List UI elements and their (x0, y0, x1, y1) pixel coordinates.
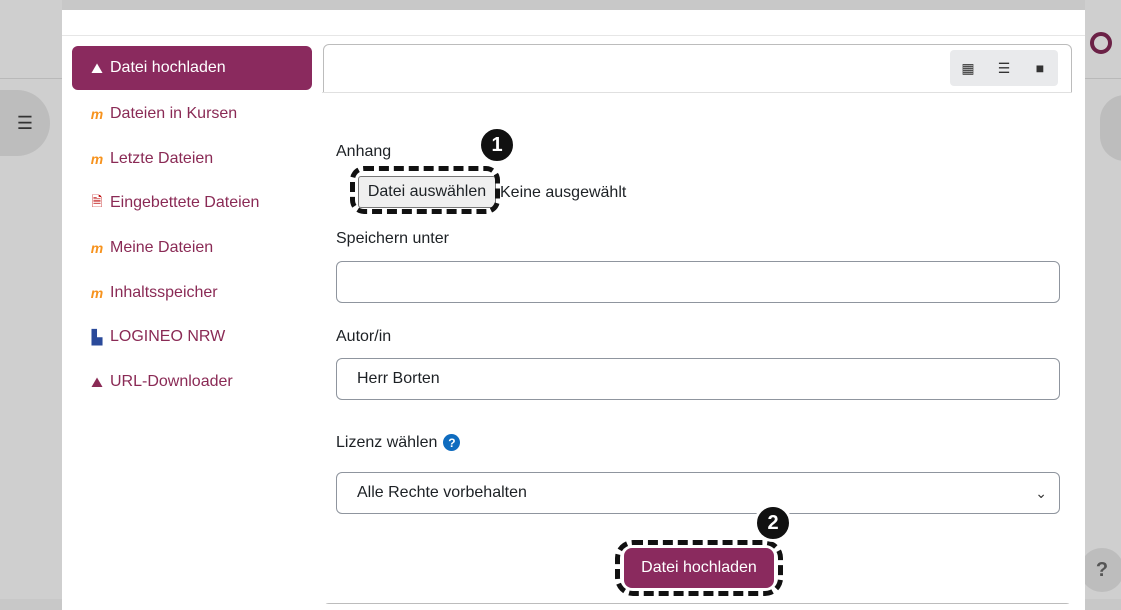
sidebar-item-label: Meine Dateien (110, 239, 214, 256)
sidebar-item-label: Eingebettete Dateien (110, 194, 260, 211)
save-as-input[interactable] (336, 261, 1060, 303)
sidebar-item-label: Datei hochladen (110, 59, 226, 76)
author-label: Autor/in (336, 328, 392, 345)
step-badge-2: 2 (754, 504, 792, 542)
moodle-icon: m (90, 240, 104, 256)
moodle-icon: m (90, 285, 104, 301)
attachment-label: Anhang (336, 143, 392, 160)
help-icon[interactable]: ? (443, 434, 461, 452)
chevron-down-icon: ⌄ (1035, 485, 1047, 501)
moodle-icon: m (90, 151, 104, 167)
grid-view-icon[interactable]: ▦ (950, 50, 986, 86)
page-backdrop-right (1085, 0, 1121, 599)
sidebar-item-label: Letzte Dateien (110, 150, 214, 167)
highlight-step-1 (350, 166, 500, 214)
no-file-selected-text: Keine ausgewählt (500, 184, 627, 201)
sidebar-item-content-bank[interactable]: m Inhaltsspeicher (72, 271, 312, 315)
sidebar-item-course-files[interactable]: m Dateien in Kursen (72, 92, 312, 136)
sidebar-item-private-files[interactable]: m Meine Dateien (72, 226, 312, 270)
highlight-step-2 (615, 540, 783, 596)
sidebar-item-label: URL-Downloader (110, 373, 233, 390)
license-select[interactable]: Alle Rechte vorbehalten ⌄ (336, 472, 1060, 514)
upload-icon: ⛰ (91, 59, 103, 76)
sidebar-item-embedded-files[interactable]: 🗎 Eingebettete Dateien (72, 181, 312, 225)
embedded-file-icon: 🗎 (91, 193, 103, 209)
sidebar-item-label: LOGINEO NRW (110, 328, 226, 345)
license-label-row: Lizenz wählen? (336, 434, 461, 452)
sidebar-item-url-downloader[interactable]: ⛰ URL-Downloader (72, 360, 312, 404)
view-switcher: ▦ ☰ ■ (950, 50, 1058, 86)
dialog-header-divider (62, 35, 1085, 36)
sidebar-item-recent-files[interactable]: m Letzte Dateien (72, 137, 312, 181)
sidebar-item-label: Dateien in Kursen (110, 105, 238, 122)
author-input[interactable]: Herr Borten (336, 358, 1060, 400)
step-badge-1: 1 (478, 126, 516, 164)
url-download-icon: ⛰ (91, 373, 103, 390)
license-select-value: Alle Rechte vorbehalten (357, 484, 527, 501)
sidebar-item-upload[interactable]: ⛰ Datei hochladen (72, 46, 312, 90)
sidebar-item-label: Inhaltsspeicher (110, 284, 218, 301)
sidebar-item-logineo[interactable]: ▙ LOGINEO NRW (72, 315, 312, 359)
logineo-icon: ▙ (91, 328, 103, 345)
save-as-label: Speichern unter (336, 230, 449, 247)
help-button[interactable]: ? (1080, 548, 1121, 592)
list-view-icon[interactable]: ☰ (986, 50, 1022, 86)
license-label: Lizenz wählen (336, 434, 438, 451)
edit-mode-toggle[interactable] (1090, 32, 1112, 54)
folder-view-icon[interactable]: ■ (1022, 50, 1058, 86)
backdrop-divider-right (1085, 78, 1121, 79)
moodle-icon: m (90, 106, 104, 122)
backdrop-divider (0, 78, 62, 79)
list-icon: ☰ (16, 112, 34, 133)
